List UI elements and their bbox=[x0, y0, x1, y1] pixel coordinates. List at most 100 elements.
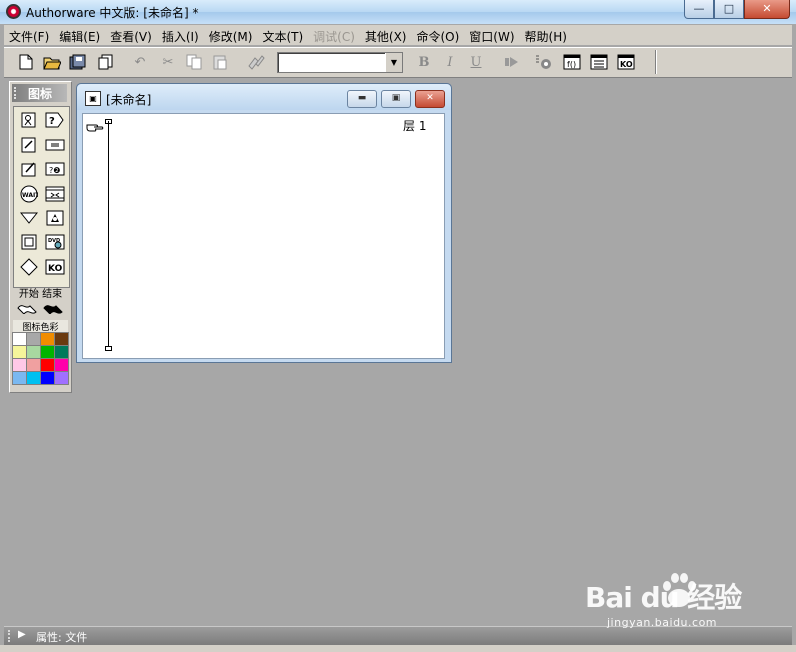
icon-color-label: 图标色彩 bbox=[13, 320, 68, 333]
design-window-titlebar[interactable]: ▣ [未命名] ▬ ▣ ✕ bbox=[77, 84, 451, 110]
svg-text:WAIT: WAIT bbox=[22, 192, 38, 199]
color-swatch[interactable] bbox=[54, 332, 69, 346]
italic-button[interactable]: I bbox=[440, 52, 460, 72]
motion-icon[interactable]: ? bbox=[44, 110, 66, 130]
menu-view[interactable]: 查看(V) bbox=[105, 25, 157, 45]
wait-icon[interactable] bbox=[44, 135, 66, 155]
new-file-icon[interactable] bbox=[16, 52, 36, 72]
design-window-icon: ▣ bbox=[85, 91, 101, 106]
menu-text[interactable]: 文本(T) bbox=[257, 25, 308, 45]
color-swatch[interactable] bbox=[26, 332, 41, 346]
color-swatch[interactable] bbox=[54, 358, 69, 372]
decision-diamond-icon[interactable] bbox=[18, 257, 40, 277]
undo-icon[interactable]: ↶ bbox=[130, 52, 150, 72]
erase-icon[interactable] bbox=[18, 135, 40, 155]
color-swatch[interactable] bbox=[40, 358, 55, 372]
menu-command[interactable]: 命令(O) bbox=[411, 25, 464, 45]
flowline[interactable] bbox=[108, 121, 109, 349]
icon-palette: 图标 ? ?❷ WAIT DVD KO 开始 结束 图标色彩 bbox=[9, 81, 72, 393]
svg-text:?: ? bbox=[49, 116, 55, 127]
title-bar: Authorware 中文版: [未命名] * — □ ✕ bbox=[0, 0, 796, 24]
menu-other[interactable]: 其他(X) bbox=[360, 25, 412, 45]
color-swatch[interactable] bbox=[12, 371, 27, 385]
decision-icon[interactable] bbox=[44, 208, 66, 228]
design-window-controls: ▬ ▣ ✕ bbox=[347, 90, 445, 108]
knowledge-object-icon[interactable]: KO bbox=[44, 257, 66, 277]
properties-label: 属性: 文件 bbox=[36, 631, 88, 644]
color-swatch[interactable] bbox=[54, 371, 69, 385]
interaction-icon[interactable]: ?❷ bbox=[44, 159, 66, 179]
layer-label: 层 1 bbox=[403, 119, 427, 133]
flowline-end-marker bbox=[105, 346, 112, 351]
framework-icon[interactable] bbox=[44, 184, 66, 204]
toolbar: ↶ ✂ ▼ B I U f() KO bbox=[4, 47, 792, 78]
color-swatch[interactable] bbox=[12, 345, 27, 359]
color-swatch[interactable] bbox=[12, 332, 27, 346]
grip-handle-icon[interactable] bbox=[14, 87, 20, 99]
flowline-canvas[interactable]: 层 1 bbox=[82, 113, 445, 359]
paste-hand-icon bbox=[86, 121, 104, 133]
navigate-icon[interactable] bbox=[18, 208, 40, 228]
menu-edit[interactable]: 编辑(E) bbox=[54, 25, 105, 45]
color-swatch[interactable] bbox=[12, 358, 27, 372]
palette-title: 图标 bbox=[28, 87, 53, 101]
import-icon[interactable] bbox=[96, 52, 116, 72]
window-title: Authorware 中文版: [未命名] * bbox=[26, 6, 199, 20]
color-swatch[interactable] bbox=[40, 345, 55, 359]
status-strip bbox=[0, 645, 796, 652]
svg-text:KO: KO bbox=[48, 264, 63, 274]
svg-text:f(): f() bbox=[567, 60, 576, 69]
functions-window-icon[interactable]: f() bbox=[562, 52, 582, 72]
wait-stop-icon[interactable]: WAIT bbox=[18, 184, 40, 204]
design-window-title: [未命名] bbox=[106, 93, 152, 107]
video-icon[interactable]: DVD bbox=[44, 232, 66, 252]
underline-button[interactable]: U bbox=[466, 52, 486, 72]
control-panel-icon[interactable] bbox=[534, 52, 554, 72]
knowledge-object-window-icon[interactable]: KO bbox=[616, 52, 636, 72]
menu-window[interactable]: 窗口(W) bbox=[464, 25, 519, 45]
grip-handle-icon[interactable] bbox=[8, 630, 13, 642]
calculation-icon[interactable] bbox=[18, 159, 40, 179]
color-swatch[interactable] bbox=[54, 345, 69, 359]
bold-button[interactable]: B bbox=[414, 52, 434, 72]
menu-bar: 文件(F) 编辑(E) 查看(V) 插入(I) 修改(M) 文本(T) 调试(C… bbox=[4, 25, 792, 45]
start-flag-icon[interactable] bbox=[16, 300, 40, 315]
run-icon[interactable] bbox=[502, 52, 522, 72]
font-select[interactable]: ▼ bbox=[277, 52, 403, 73]
color-swatch[interactable] bbox=[26, 345, 41, 359]
design-minimize-button[interactable]: ▬ bbox=[347, 90, 377, 108]
close-button[interactable]: ✕ bbox=[744, 0, 790, 19]
color-swatch[interactable] bbox=[40, 371, 55, 385]
palette-header[interactable]: 图标 bbox=[12, 84, 67, 102]
expand-arrow-icon[interactable]: ▶ bbox=[18, 629, 26, 640]
find-icon[interactable] bbox=[246, 52, 266, 72]
map-icon[interactable] bbox=[18, 232, 40, 252]
minimize-button[interactable]: — bbox=[684, 0, 714, 19]
maximize-button[interactable]: □ bbox=[714, 0, 744, 19]
design-restore-button[interactable]: ▣ bbox=[381, 90, 411, 108]
color-swatch[interactable] bbox=[26, 371, 41, 385]
menu-insert[interactable]: 插入(I) bbox=[157, 25, 204, 45]
end-flag-icon[interactable] bbox=[42, 300, 66, 315]
cut-icon[interactable]: ✂ bbox=[158, 52, 178, 72]
chevron-down-icon[interactable]: ▼ bbox=[385, 53, 402, 72]
baidu-watermark: Bai du 经验 jingyan.baidu.com bbox=[585, 568, 785, 629]
paste-icon[interactable] bbox=[210, 52, 230, 72]
menu-help[interactable]: 帮助(H) bbox=[520, 25, 572, 45]
copy-icon[interactable] bbox=[184, 52, 204, 72]
color-swatch[interactable] bbox=[40, 332, 55, 346]
open-folder-icon[interactable] bbox=[42, 52, 62, 72]
display-icon[interactable] bbox=[18, 110, 40, 130]
menu-debug[interactable]: 调试(C) bbox=[308, 25, 360, 45]
svg-text:KO: KO bbox=[620, 60, 633, 69]
save-all-icon[interactable] bbox=[68, 52, 88, 72]
start-end-label: 开始 结束 bbox=[18, 289, 63, 300]
menu-file[interactable]: 文件(F) bbox=[4, 25, 54, 45]
toolbar-separator bbox=[655, 50, 657, 74]
variables-window-icon[interactable] bbox=[589, 52, 609, 72]
color-swatch[interactable] bbox=[26, 358, 41, 372]
menu-modify[interactable]: 修改(M) bbox=[204, 25, 258, 45]
authorware-logo-icon bbox=[6, 4, 21, 19]
window-controls: — □ ✕ bbox=[684, 0, 790, 19]
design-close-button[interactable]: ✕ bbox=[415, 90, 445, 108]
